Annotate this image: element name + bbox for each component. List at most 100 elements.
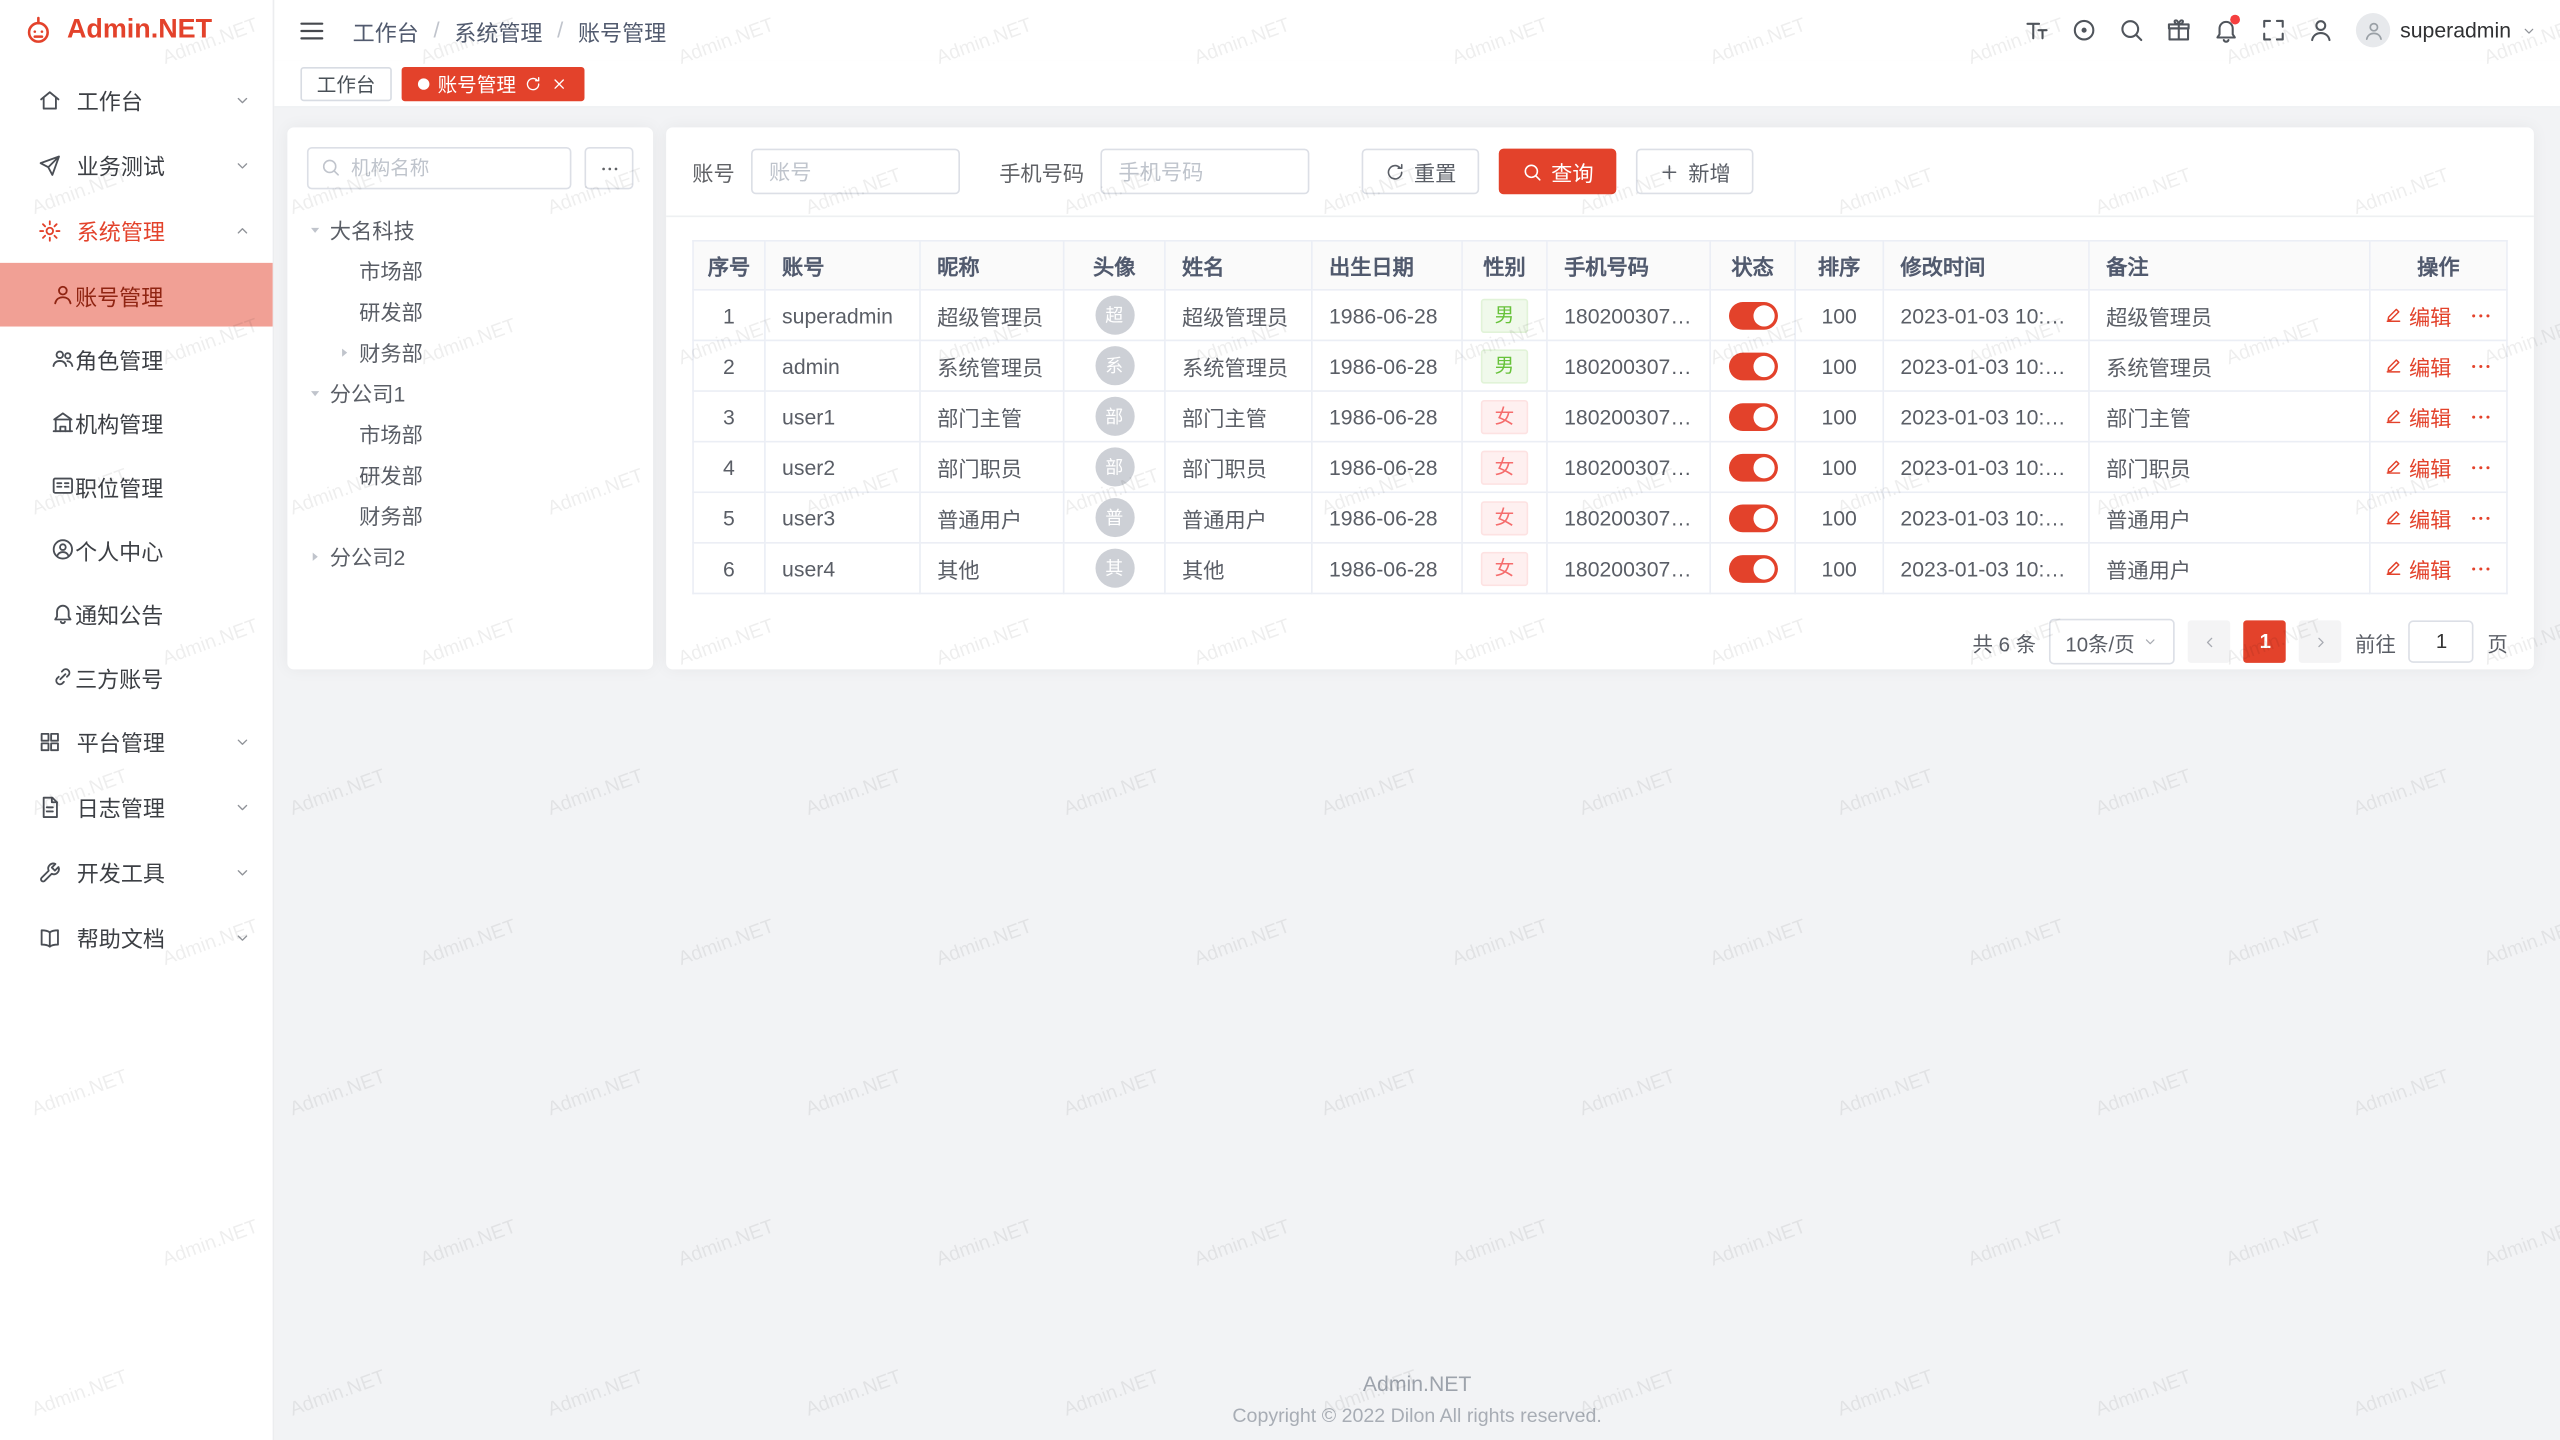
sidebar-item-label: 日志管理 xyxy=(77,790,165,823)
cell-account: superadmin xyxy=(765,290,920,341)
column-header-12: 操作 xyxy=(2370,241,2507,290)
page-1-button[interactable]: 1 xyxy=(2244,620,2286,662)
cell-gender: 男 xyxy=(1462,340,1547,391)
add-button[interactable]: 新增 xyxy=(1636,149,1754,195)
tree-node-4[interactable]: 分公司1 xyxy=(307,372,634,413)
sidebar-item-label: 系统管理 xyxy=(77,214,165,247)
breadcrumb-item-system[interactable]: 系统管理 xyxy=(454,14,542,47)
page-size-select[interactable]: 10条/页 xyxy=(2049,619,2175,665)
prev-page-button[interactable] xyxy=(2189,620,2231,662)
sidebar-item-label: 帮助文档 xyxy=(77,921,165,954)
cell-order: 100 xyxy=(1795,391,1883,442)
status-toggle[interactable] xyxy=(1728,352,1777,380)
cell-nickname: 超级管理员 xyxy=(920,290,1064,341)
cell-time: 2023-01-03 10:59:44 xyxy=(1883,543,2089,594)
tree-node-label: 研发部 xyxy=(359,459,423,490)
edit-icon xyxy=(2384,305,2404,325)
phone-input[interactable] xyxy=(1100,149,1309,195)
username: superadmin xyxy=(2400,18,2511,42)
cell-status xyxy=(1710,543,1795,594)
edit-button[interactable]: 编辑 xyxy=(2384,553,2451,584)
status-toggle[interactable] xyxy=(1728,453,1777,481)
column-header-7: 手机号码 xyxy=(1547,241,1710,290)
row-more-button[interactable] xyxy=(2468,404,2492,428)
edit-button[interactable]: 编辑 xyxy=(2384,300,2451,331)
sidebar-subitem-2-2[interactable]: 机构管理 xyxy=(0,390,273,454)
status-toggle[interactable] xyxy=(1728,554,1777,582)
reset-button[interactable]: 重置 xyxy=(1362,149,1480,195)
breadcrumb-item-workbench[interactable]: 工作台 xyxy=(353,14,419,47)
cell-birth: 1986-06-28 xyxy=(1312,442,1462,493)
profile-icon[interactable] xyxy=(2299,8,2343,52)
tree-node-5[interactable]: 市场部 xyxy=(307,413,634,454)
font-size-icon[interactable] xyxy=(2015,8,2059,52)
sidebar-item-4[interactable]: 日志管理 xyxy=(0,774,273,839)
theme-icon[interactable] xyxy=(2062,8,2106,52)
goto-page-input[interactable] xyxy=(2409,620,2474,662)
user-menu[interactable]: superadmin xyxy=(2356,13,2537,47)
sidebar-item-3[interactable]: 平台管理 xyxy=(0,709,273,774)
column-header-11: 备注 xyxy=(2089,241,2370,290)
bell-icon[interactable] xyxy=(2204,8,2248,52)
search-button[interactable]: 查询 xyxy=(1499,149,1617,195)
account-label: 账号 xyxy=(692,156,734,187)
tree-node-2[interactable]: 研发部 xyxy=(307,291,634,332)
account-input[interactable] xyxy=(751,149,960,195)
next-page-button[interactable] xyxy=(2300,620,2342,662)
edit-button[interactable]: 编辑 xyxy=(2384,350,2451,381)
gender-tag: 女 xyxy=(1482,450,1528,484)
tab-refresh-icon[interactable] xyxy=(524,74,542,92)
logo[interactable]: Admin.NET xyxy=(0,0,273,60)
tab-workbench[interactable]: 工作台 xyxy=(300,66,391,100)
tabs-bar: 工作台 账号管理 xyxy=(274,60,2560,107)
cell-birth: 1986-06-28 xyxy=(1312,340,1462,391)
chev-down-icon xyxy=(233,732,251,750)
tree-node-7[interactable]: 财务部 xyxy=(307,495,634,536)
edit-button[interactable]: 编辑 xyxy=(2384,502,2451,533)
sidebar-subitem-label: 账号管理 xyxy=(75,278,163,311)
row-more-button[interactable] xyxy=(2468,455,2492,479)
avatar xyxy=(2356,13,2390,47)
tab-account-management[interactable]: 账号管理 xyxy=(402,66,585,100)
edit-icon xyxy=(2384,508,2404,528)
sidebar-subitem-2-1[interactable]: 角色管理 xyxy=(0,327,273,391)
breadcrumb-separator: / xyxy=(557,18,563,42)
gift-icon[interactable] xyxy=(2157,8,2201,52)
tab-close-icon[interactable] xyxy=(550,74,568,92)
status-toggle[interactable] xyxy=(1728,301,1777,329)
tree-node-6[interactable]: 研发部 xyxy=(307,454,634,495)
row-more-button[interactable] xyxy=(2468,303,2492,327)
query-form: 账号 手机号码 重置 查询 新增 xyxy=(666,127,2534,215)
sidebar-subitem-2-3[interactable]: 职位管理 xyxy=(0,454,273,518)
status-toggle[interactable] xyxy=(1728,403,1777,431)
tree-more-button[interactable] xyxy=(584,147,633,189)
caret-down-icon xyxy=(307,384,323,400)
row-more-button[interactable] xyxy=(2468,556,2492,580)
refresh-icon xyxy=(1385,161,1406,182)
status-toggle[interactable] xyxy=(1728,504,1777,532)
profile-icon xyxy=(2307,16,2335,44)
sidebar-subitem-2-0[interactable]: 账号管理 xyxy=(0,263,273,327)
org-search-input[interactable] xyxy=(307,147,571,189)
sidebar-subitem-2-4[interactable]: 个人中心 xyxy=(0,518,273,582)
tree-node-0[interactable]: 大名科技 xyxy=(307,209,634,250)
hamburger-menu-icon[interactable] xyxy=(297,16,326,45)
sidebar-item-6[interactable]: 帮助文档 xyxy=(0,904,273,969)
sidebar-subitem-2-5[interactable]: 通知公告 xyxy=(0,581,273,645)
tree-node-1[interactable]: 市场部 xyxy=(307,250,634,291)
edit-button[interactable]: 编辑 xyxy=(2384,401,2451,432)
sidebar-item-0[interactable]: 工作台 xyxy=(0,67,273,132)
sidebar-item-5[interactable]: 开发工具 xyxy=(0,839,273,904)
chevron-right-icon xyxy=(2312,633,2330,651)
sidebar-item-1[interactable]: 业务测试 xyxy=(0,132,273,197)
tree-node-8[interactable]: 分公司2 xyxy=(307,536,634,577)
search-icon[interactable] xyxy=(2109,8,2153,52)
row-more-button[interactable] xyxy=(2468,505,2492,529)
fullscreen-icon[interactable] xyxy=(2252,8,2296,52)
tree-node-3[interactable]: 财务部 xyxy=(307,331,634,372)
row-more-button[interactable] xyxy=(2468,353,2492,377)
link-icon xyxy=(51,664,75,688)
sidebar-item-2[interactable]: 系统管理 xyxy=(0,198,273,263)
edit-button[interactable]: 编辑 xyxy=(2384,451,2451,482)
sidebar-subitem-2-6[interactable]: 三方账号 xyxy=(0,645,273,709)
